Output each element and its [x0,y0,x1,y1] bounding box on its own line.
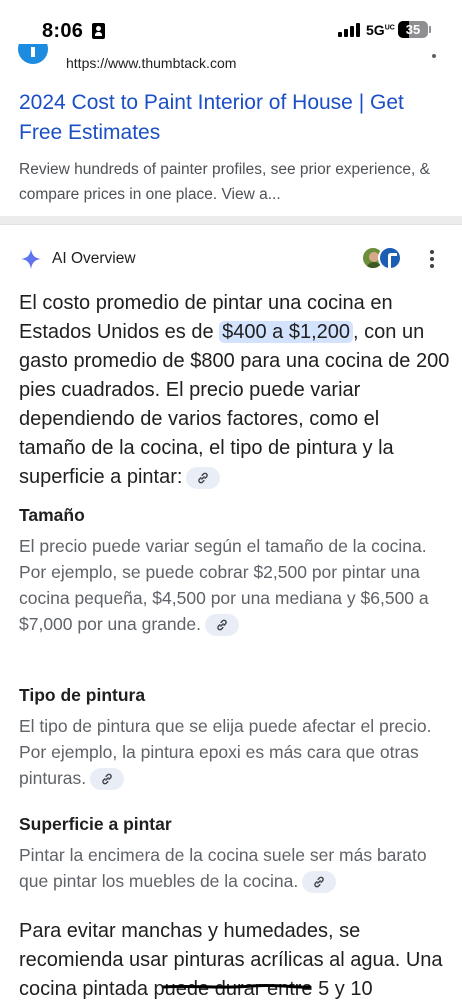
result-url[interactable]: https://www.thumbtack.com [66,55,236,71]
section-body-surface: Pintar la encimera de la cocina suele se… [19,842,447,894]
section-heading-paint-type: Tipo de pintura [19,685,146,705]
battery-icon: 35 [398,21,428,38]
section-body-paint-type: El tipo de pintura que se elija puede af… [19,713,447,791]
highlighted-price: $400 a $1,200 [219,321,354,343]
source-link-chip[interactable] [90,768,125,791]
source-link-chip[interactable] [302,871,337,894]
source-link-chip[interactable] [186,466,221,489]
network-type: 5GUC [366,22,395,38]
result-title-link[interactable]: 2024 Cost to Paint Interior of House | G… [19,88,439,148]
cellular-signal-icon [338,23,360,37]
section-heading-size: Tamaño [19,505,85,525]
link-icon [314,877,324,888]
battery-tip [429,26,431,33]
section-divider [0,216,462,225]
section-heading-surface: Superficie a pintar [19,814,172,834]
gemini-sparkle-icon [20,248,42,270]
contact-card-icon [92,23,105,39]
link-icon [217,620,227,631]
battery-level: 35 [405,22,421,37]
ink-scribble [162,983,312,989]
status-time: 8:06 [42,20,84,42]
more-options-icon[interactable] [430,250,434,268]
site-favicon-icon[interactable] [18,44,48,66]
ai-overview-title: AI Overview [52,250,136,267]
result-snippet: Review hundreds of painter profiles, see… [19,161,430,203]
source-avatar-logo[interactable] [378,246,402,270]
ai-overview-header: AI Overview [0,238,462,278]
section-body-size: El precio puede variar según el tamaño d… [19,533,447,637]
result-more-options-icon[interactable] [432,54,436,58]
status-bar: 8:06 5GUC 35 [0,0,462,50]
source-link-chip[interactable] [204,614,239,637]
link-icon [102,774,112,785]
link-icon [198,472,209,484]
ai-overview-summary: El costo promedio de pintar una cocina e… [19,292,450,489]
